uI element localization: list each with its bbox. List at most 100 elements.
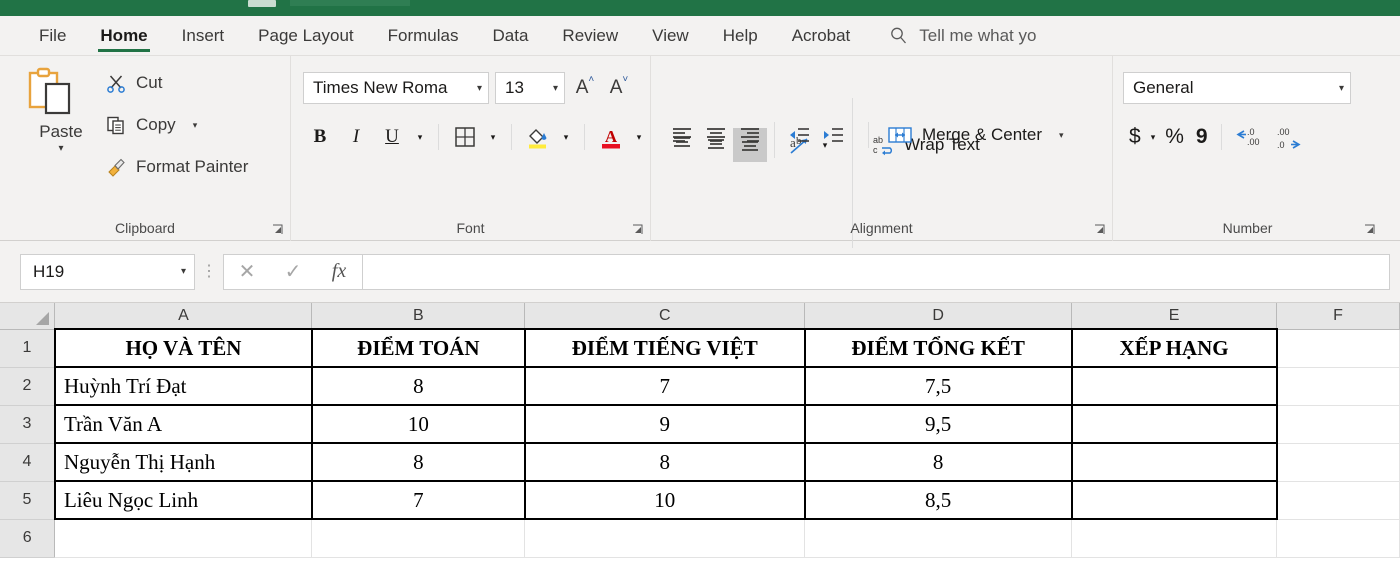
format-painter-button[interactable]: Format Painter: [105, 156, 248, 178]
cell-b6[interactable]: [311, 519, 526, 558]
column-header-d[interactable]: D: [804, 303, 1073, 330]
cell-b4[interactable]: 8: [310, 442, 526, 482]
cell-b3[interactable]: 10: [310, 404, 526, 444]
increase-font-size-button[interactable]: A˄: [571, 74, 599, 99]
insert-function-icon[interactable]: fx: [316, 255, 362, 289]
row-header-6[interactable]: 6: [0, 519, 56, 558]
cell-d6[interactable]: [804, 519, 1073, 558]
cut-button[interactable]: Cut: [105, 72, 162, 94]
accounting-dropdown-caret-icon[interactable]: ▾: [1147, 120, 1160, 154]
cell-b2[interactable]: 8: [310, 366, 526, 406]
font-size-combobox[interactable]: 13 ▾: [495, 72, 565, 104]
column-header-f[interactable]: F: [1276, 303, 1400, 330]
cell-c3[interactable]: 9: [523, 404, 806, 444]
underline-button[interactable]: U: [375, 120, 409, 154]
borders-button[interactable]: [448, 120, 482, 154]
cell-f1[interactable]: [1276, 329, 1400, 368]
font-size-caret-icon[interactable]: ▾: [553, 83, 558, 94]
column-header-b[interactable]: B: [311, 303, 526, 330]
merge-and-center-button[interactable]: Merge & Center ▾: [887, 124, 1064, 146]
percent-style-button[interactable]: %: [1159, 120, 1190, 154]
name-box[interactable]: H19 ▾: [20, 253, 195, 290]
tab-view[interactable]: View: [635, 16, 706, 56]
increase-decimal-button[interactable]: .0 .00: [1229, 120, 1269, 154]
borders-dropdown-caret-icon[interactable]: ▾: [484, 120, 502, 154]
alignment-dialog-launcher[interactable]: [1094, 224, 1105, 235]
cell-e1[interactable]: XẾP HẠNG: [1070, 328, 1278, 368]
cell-c6[interactable]: [524, 519, 806, 558]
enter-formula-icon[interactable]: ✓: [270, 255, 316, 289]
cell-c1[interactable]: ĐIỂM TIẾNG VIỆT: [523, 328, 806, 368]
underline-dropdown-caret-icon[interactable]: ▾: [411, 120, 429, 154]
cell-a6[interactable]: [54, 519, 313, 558]
cell-a3[interactable]: Trần Văn A: [53, 404, 313, 444]
cell-a5[interactable]: Liêu Ngọc Linh: [53, 480, 313, 520]
cell-c2[interactable]: 7: [523, 366, 806, 406]
comma-style-button[interactable]: 9: [1190, 120, 1214, 154]
align-center-button[interactable]: [699, 118, 733, 152]
row-header-3[interactable]: 3: [0, 405, 56, 444]
column-header-a[interactable]: A: [54, 303, 313, 330]
cell-f5[interactable]: [1276, 481, 1400, 520]
cell-d1[interactable]: ĐIỂM TỔNG KẾT: [803, 328, 1073, 368]
font-color-dropdown-caret-icon[interactable]: ▾: [630, 120, 648, 154]
increase-indent-button[interactable]: [816, 118, 850, 152]
accounting-format-button[interactable]: $: [1123, 120, 1147, 154]
cell-e4[interactable]: [1070, 442, 1278, 482]
cell-a2[interactable]: Huỳnh Trí Đạt: [53, 366, 313, 406]
formula-input[interactable]: [362, 253, 1390, 290]
cancel-formula-icon[interactable]: ✕: [224, 255, 270, 289]
tab-acrobat[interactable]: Acrobat: [775, 16, 868, 56]
decrease-font-size-button[interactable]: A˅: [605, 74, 633, 99]
tab-data[interactable]: Data: [476, 16, 546, 56]
cell-d5[interactable]: 8,5: [803, 480, 1073, 520]
tab-home[interactable]: Home: [83, 16, 164, 56]
font-color-button[interactable]: A: [594, 120, 628, 154]
cell-d3[interactable]: 9,5: [803, 404, 1073, 444]
tab-file[interactable]: File: [22, 16, 83, 56]
column-header-e[interactable]: E: [1071, 303, 1277, 330]
fill-color-dropdown-caret-icon[interactable]: ▾: [557, 120, 575, 154]
font-name-combobox[interactable]: Times New Roma ▾: [303, 72, 489, 104]
cell-e3[interactable]: [1070, 404, 1278, 444]
cell-b5[interactable]: 7: [310, 480, 526, 520]
cell-d4[interactable]: 8: [803, 442, 1073, 482]
row-header-5[interactable]: 5: [0, 481, 56, 520]
paste-dropdown-caret-icon[interactable]: ▾: [22, 144, 100, 154]
align-left-button[interactable]: [665, 118, 699, 152]
clipboard-dialog-launcher[interactable]: [272, 224, 283, 235]
tell-me-search[interactable]: Tell me what yo: [889, 26, 1036, 46]
select-all-button[interactable]: [0, 303, 56, 330]
cell-e6[interactable]: [1071, 519, 1277, 558]
align-right-button[interactable]: [733, 118, 767, 152]
copy-dropdown-caret-icon[interactable]: ▾: [193, 120, 198, 131]
fill-color-button[interactable]: [521, 120, 555, 154]
decrease-decimal-button[interactable]: .00 .0: [1269, 120, 1309, 154]
number-format-combobox[interactable]: General ▾: [1123, 72, 1351, 104]
merge-dropdown-caret-icon[interactable]: ▾: [1059, 130, 1064, 141]
cell-e5[interactable]: [1070, 480, 1278, 520]
decrease-indent-button[interactable]: [782, 118, 816, 152]
number-dialog-launcher[interactable]: [1364, 224, 1375, 235]
cell-a1[interactable]: HỌ VÀ TÊN: [53, 328, 313, 368]
cell-f3[interactable]: [1276, 405, 1400, 444]
name-box-caret-icon[interactable]: ▾: [181, 266, 186, 277]
cell-f2[interactable]: [1276, 367, 1400, 406]
cell-e2[interactable]: [1070, 366, 1278, 406]
copy-button[interactable]: Copy ▾: [105, 114, 197, 136]
cell-c5[interactable]: 10: [523, 480, 806, 520]
cell-f6[interactable]: [1276, 519, 1400, 558]
row-header-2[interactable]: 2: [0, 367, 56, 406]
cell-d2[interactable]: 7,5: [803, 366, 1073, 406]
font-dialog-launcher[interactable]: [632, 224, 643, 235]
paste-button[interactable]: Paste ▾: [22, 64, 100, 154]
italic-button[interactable]: I: [339, 120, 373, 154]
tab-help[interactable]: Help: [706, 16, 775, 56]
tab-page-layout[interactable]: Page Layout: [241, 16, 370, 56]
row-header-4[interactable]: 4: [0, 443, 56, 482]
cell-c4[interactable]: 8: [523, 442, 806, 482]
cell-a4[interactable]: Nguyễn Thị Hạnh: [53, 442, 313, 482]
column-header-c[interactable]: C: [524, 303, 806, 330]
tab-insert[interactable]: Insert: [165, 16, 242, 56]
number-format-caret-icon[interactable]: ▾: [1339, 83, 1344, 94]
